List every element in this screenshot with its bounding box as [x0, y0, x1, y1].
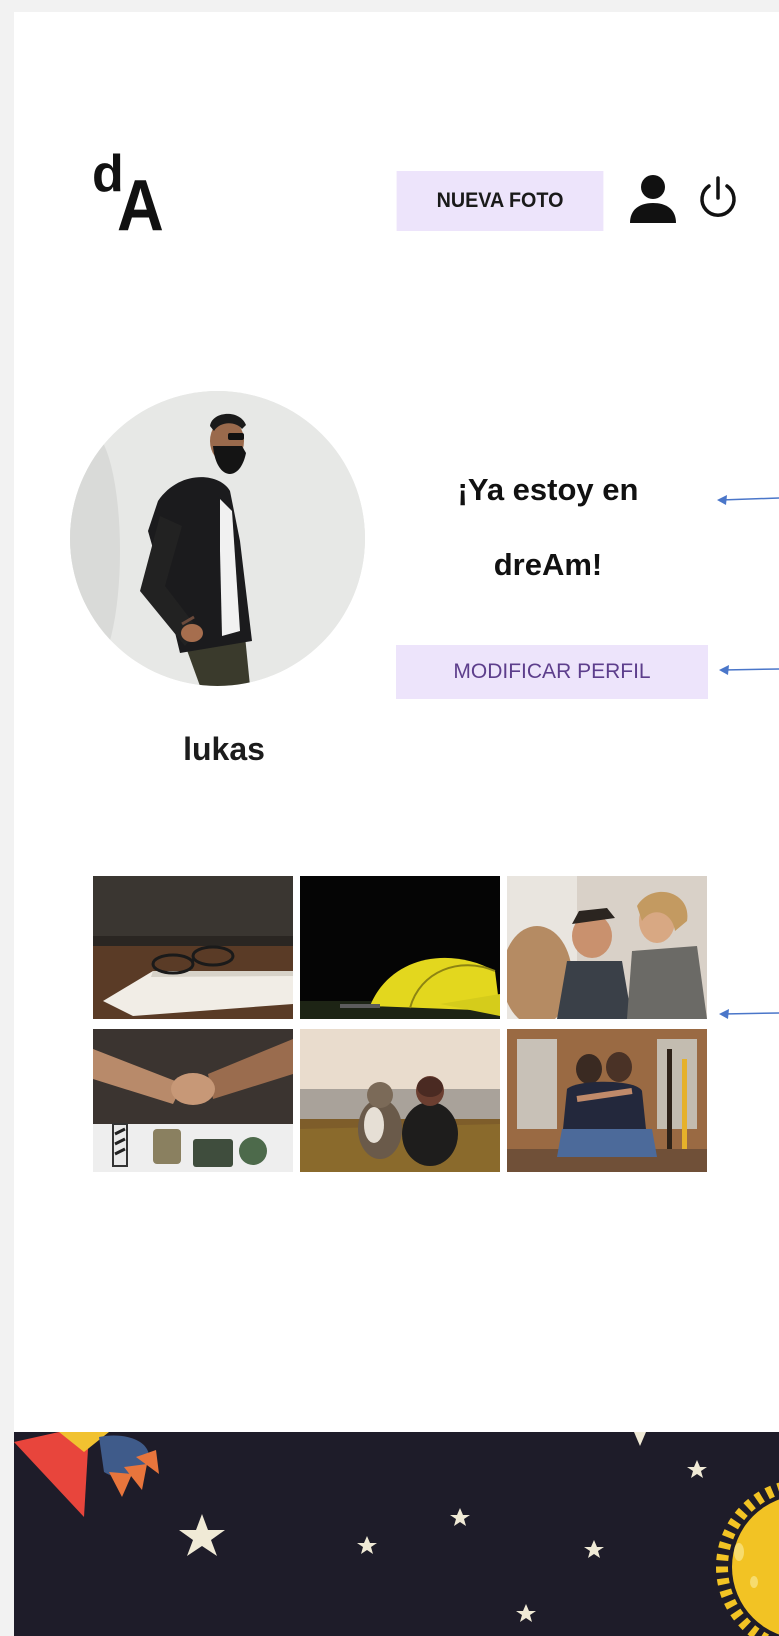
profile-avatar[interactable]	[70, 391, 365, 686]
space-footer	[14, 1432, 779, 1636]
friends-laughing-photo[interactable]	[507, 876, 707, 1019]
edit-profile-button[interactable]: MODIFICAR PERFIL	[396, 645, 708, 699]
new-photo-button[interactable]: NUEVA FOTO	[396, 171, 604, 231]
annotation-arrow-tagline	[717, 495, 779, 505]
tagline-line-2: dreAm!	[493, 547, 603, 582]
profile-tagline: ¡Ya estoy en dreAm!	[414, 452, 682, 602]
user-icon[interactable]	[628, 173, 678, 227]
space-illustration	[14, 1432, 779, 1636]
profile-username: lukas	[183, 731, 265, 767]
avatar-photo	[70, 391, 365, 686]
dog-person-lake-photo[interactable]	[300, 1029, 500, 1172]
couple-hug-photo[interactable]	[507, 1029, 707, 1172]
app-frame: d A NUEVA FOTO lukas ¡Ya estoy en dreAm!…	[14, 12, 779, 1636]
annotation-arrow-edit	[719, 665, 779, 675]
logo-large-letter: A	[117, 166, 164, 246]
rocket-icon	[14, 1432, 159, 1517]
tent-night-photo[interactable]	[300, 876, 500, 1019]
dream-logo[interactable]: d A	[92, 148, 212, 258]
book-glasses-photo[interactable]	[93, 876, 293, 1019]
power-icon[interactable]	[696, 174, 740, 222]
fists-bump-photo[interactable]	[93, 1029, 293, 1172]
photo-gallery	[93, 876, 707, 1179]
sun-icon	[716, 1482, 779, 1636]
tagline-line-1: ¡Ya estoy en	[457, 472, 639, 507]
annotation-arrow-gallery	[719, 1009, 779, 1019]
